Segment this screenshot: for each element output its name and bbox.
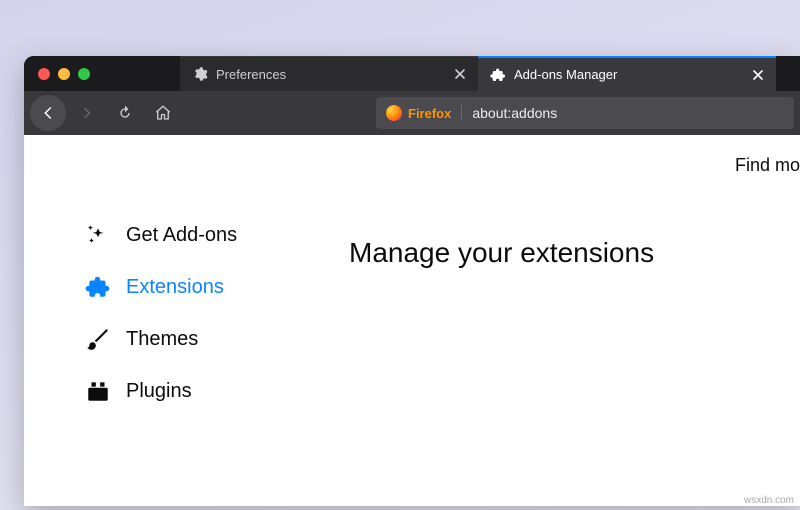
browser-window: Preferences Add-ons Manager — [24, 56, 800, 506]
close-window-button[interactable] — [38, 68, 50, 80]
home-button[interactable] — [146, 96, 180, 130]
tab-addons-manager[interactable]: Add-ons Manager — [478, 56, 776, 91]
window-controls — [24, 56, 104, 91]
identity-brand: Firefox — [408, 106, 451, 121]
tab-label: Preferences — [216, 67, 452, 82]
puzzle-piece-icon — [490, 67, 506, 83]
sidebar-item-themes[interactable]: Themes — [84, 313, 349, 365]
back-button[interactable] — [30, 95, 66, 131]
sidebar-item-label: Get Add-ons — [126, 224, 237, 247]
tab-close-button[interactable] — [452, 66, 468, 82]
find-more-link[interactable]: Find mo — [735, 155, 800, 176]
addons-main: Find mo Manage your extensions — [349, 135, 800, 506]
page-heading: Manage your extensions — [349, 237, 800, 269]
addons-sidebar: Get Add-ons Extensions Themes — [24, 135, 349, 506]
zoom-window-button[interactable] — [78, 68, 90, 80]
reload-button[interactable] — [108, 96, 142, 130]
tab-close-button[interactable] — [750, 67, 766, 83]
tab-spacer — [104, 56, 180, 91]
addons-page: Get Add-ons Extensions Themes — [24, 135, 800, 506]
sidebar-item-plugins[interactable]: Plugins — [84, 365, 349, 417]
sidebar-item-label: Extensions — [126, 276, 224, 299]
url-bar[interactable]: Firefox about:addons — [376, 97, 794, 129]
sparkle-icon — [84, 221, 112, 249]
plugin-icon — [84, 377, 112, 405]
sidebar-item-extensions[interactable]: Extensions — [84, 261, 349, 313]
sidebar-item-label: Themes — [126, 328, 198, 351]
url-text: about:addons — [472, 105, 557, 121]
tab-label: Add-ons Manager — [514, 67, 750, 82]
watermark: wsxdn.com — [744, 495, 794, 506]
forward-button — [70, 96, 104, 130]
puzzle-piece-icon — [84, 273, 112, 301]
desktop-background: Preferences Add-ons Manager — [0, 0, 800, 510]
navigation-toolbar: Firefox about:addons — [24, 91, 800, 135]
tab-preferences[interactable]: Preferences — [180, 56, 478, 91]
gear-icon — [192, 66, 208, 82]
tab-strip: Preferences Add-ons Manager — [24, 56, 800, 91]
minimize-window-button[interactable] — [58, 68, 70, 80]
paintbrush-icon — [84, 325, 112, 353]
identity-chip[interactable]: Firefox — [386, 105, 462, 121]
firefox-logo-icon — [386, 105, 402, 121]
sidebar-item-label: Plugins — [126, 380, 192, 403]
sidebar-item-get-addons[interactable]: Get Add-ons — [84, 209, 349, 261]
